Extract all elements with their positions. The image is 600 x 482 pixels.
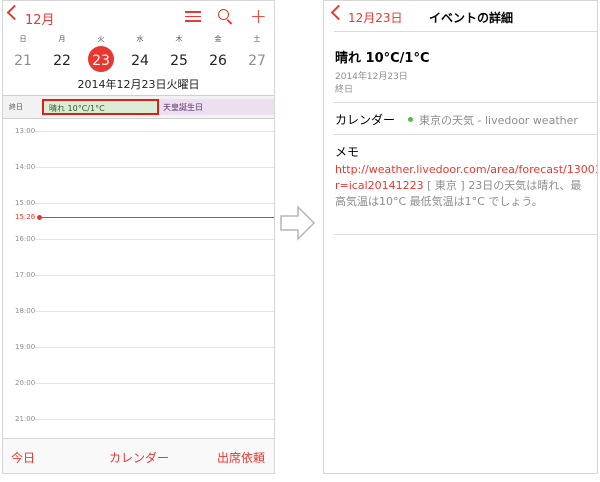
time-label: 14:00: [15, 163, 36, 171]
calendar-color-dot: [408, 117, 413, 122]
back-button[interactable]: 12月23日: [348, 9, 403, 26]
hour-line: [35, 383, 274, 384]
chevron-left-icon[interactable]: [330, 4, 347, 21]
time-label: 20:00: [15, 379, 36, 387]
all-day-row: 終日 晴れ 10°C/1°C 天皇誕生日: [3, 95, 274, 119]
birthday-event[interactable]: 天皇誕生日: [159, 99, 274, 115]
add-icon[interactable]: +: [250, 6, 267, 26]
time-label: 19:00: [15, 343, 36, 351]
back-month-button[interactable]: 12月: [25, 9, 55, 28]
weekday-label: 日: [19, 35, 27, 43]
day-cell[interactable]: 21: [8, 53, 38, 69]
day-cell[interactable]: 25: [164, 53, 194, 69]
full-date-label: 2014年12月23日火曜日: [77, 78, 200, 91]
all-day-label: 終日: [9, 103, 23, 111]
weekday-label: 火: [97, 35, 105, 43]
event-date: 2014年12月23日: [335, 72, 408, 82]
hour-line: [35, 311, 274, 312]
bottom-toolbar: 今日 カレンダー 出席依頼: [3, 438, 274, 473]
calendar-day-view: 12月 + 日 月 火 水 木 金 土 21 22 23 24 25 26 27…: [2, 0, 275, 474]
calendars-button[interactable]: カレンダー: [109, 449, 169, 466]
divider: [334, 102, 597, 103]
calendar-header: 12月 +: [3, 1, 274, 31]
hour-line: [35, 131, 274, 132]
day-cell-selected[interactable]: 23: [86, 53, 116, 69]
weekday-label: 土: [253, 35, 261, 43]
time-label: 21:00: [15, 415, 36, 423]
list-icon[interactable]: [185, 11, 201, 25]
today-button[interactable]: 今日: [11, 449, 35, 466]
hour-line: [35, 419, 274, 420]
time-label: 17:00: [15, 271, 36, 279]
time-label: 18:00: [15, 307, 36, 315]
memo-body: http://weather.livedoor.com/area/forecas…: [335, 162, 597, 210]
weekday-label: 木: [175, 35, 183, 43]
hour-line: [35, 239, 274, 240]
current-time-line: [39, 217, 274, 218]
hour-line: [35, 347, 274, 348]
memo-label: メモ: [335, 145, 360, 159]
divider: [334, 31, 597, 32]
hour-line: [35, 275, 274, 276]
weekday-label: 水: [136, 35, 144, 43]
search-icon[interactable]: [218, 9, 229, 20]
weekday-label: 月: [58, 35, 66, 43]
calendar-value[interactable]: 東京の天気 - livedoor weather: [419, 112, 578, 128]
chevron-left-icon[interactable]: [6, 4, 23, 21]
time-label: 15:00: [15, 199, 36, 207]
day-cell[interactable]: 27: [242, 53, 272, 69]
day-cell[interactable]: 26: [203, 53, 233, 69]
weather-event[interactable]: 晴れ 10°C/1°C: [42, 99, 159, 115]
day-cell[interactable]: 22: [47, 53, 77, 69]
arrow-right-icon: [280, 205, 316, 241]
divider: [334, 234, 597, 235]
current-time-label: 15:26: [15, 213, 36, 221]
time-label: 16:00: [15, 235, 36, 243]
weekday-label: 金: [214, 35, 222, 43]
page-title: イベントの詳細: [429, 11, 514, 25]
hour-line: [35, 167, 274, 168]
day-cell[interactable]: 24: [125, 53, 155, 69]
hour-line: [35, 203, 274, 204]
divider: [334, 134, 597, 135]
event-all-day: 終日: [335, 85, 354, 95]
event-detail-view: 12月23日 イベントの詳細 晴れ 10°C/1°C 2014年12月23日 終…: [323, 0, 598, 474]
time-label: 13:00: [15, 127, 36, 135]
calendar-label: カレンダー: [335, 113, 396, 127]
event-title: 晴れ 10°C/1°C: [335, 51, 430, 66]
invitations-button[interactable]: 出席依頼: [217, 449, 265, 466]
